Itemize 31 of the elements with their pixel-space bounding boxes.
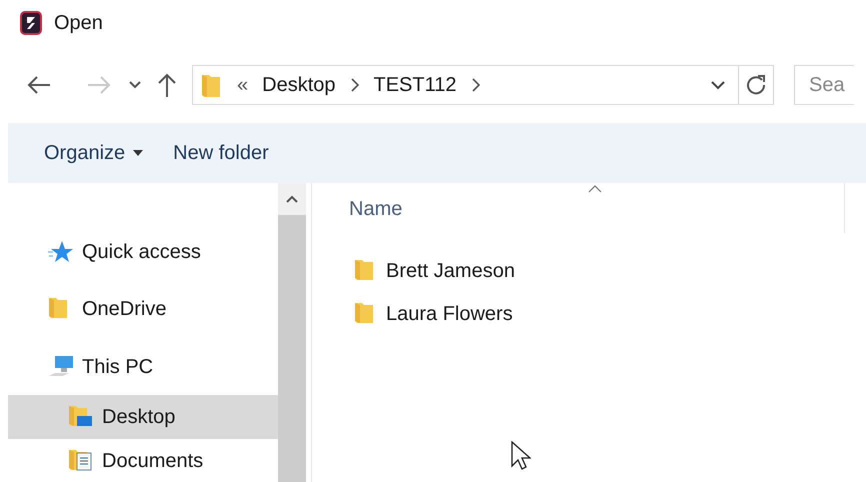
breadcrumb-chevron-icon[interactable] xyxy=(470,77,480,93)
nav-item[interactable]: This PC xyxy=(8,338,278,396)
nav-item[interactable]: Documents xyxy=(8,439,278,482)
scrollbar[interactable] xyxy=(278,183,306,482)
address-bar[interactable]: « Desktop TEST112 xyxy=(192,65,774,105)
chevron-down-icon[interactable] xyxy=(710,80,726,90)
refresh-icon[interactable] xyxy=(745,74,767,96)
breadcrumb[interactable]: Desktop xyxy=(262,70,336,100)
scroll-up-icon[interactable] xyxy=(285,194,299,204)
nav-item[interactable]: Quick access xyxy=(8,223,278,280)
search-field[interactable]: Sea xyxy=(794,65,854,105)
breadcrumb[interactable]: TEST112 xyxy=(374,70,456,100)
app-logo-icon xyxy=(20,10,42,34)
up-arrow-icon[interactable] xyxy=(156,72,178,98)
chevron-down-icon[interactable] xyxy=(128,80,142,90)
column-header[interactable]: Name xyxy=(349,194,402,224)
sort-caret-icon xyxy=(588,185,602,193)
organize-menu-button[interactable]: Organize xyxy=(44,138,144,168)
star-icon xyxy=(48,238,74,265)
mouse-cursor-icon xyxy=(511,441,531,471)
nav-item[interactable]: OneDrive xyxy=(8,280,278,338)
nav-item[interactable]: Desktop xyxy=(8,395,278,440)
back-arrow-icon[interactable] xyxy=(26,75,52,95)
dropdown-arrow-icon xyxy=(133,150,144,156)
file-row[interactable]: Laura Flowers xyxy=(354,292,604,335)
overflow-chevron[interactable]: « xyxy=(237,70,248,100)
breadcrumb-chevron-icon[interactable] xyxy=(350,77,360,93)
folder-icon xyxy=(201,72,221,98)
file-row[interactable]: Brett Jameson xyxy=(354,249,604,292)
new-folder-button[interactable]: New folder xyxy=(173,138,269,168)
window-title: Open xyxy=(54,10,103,36)
